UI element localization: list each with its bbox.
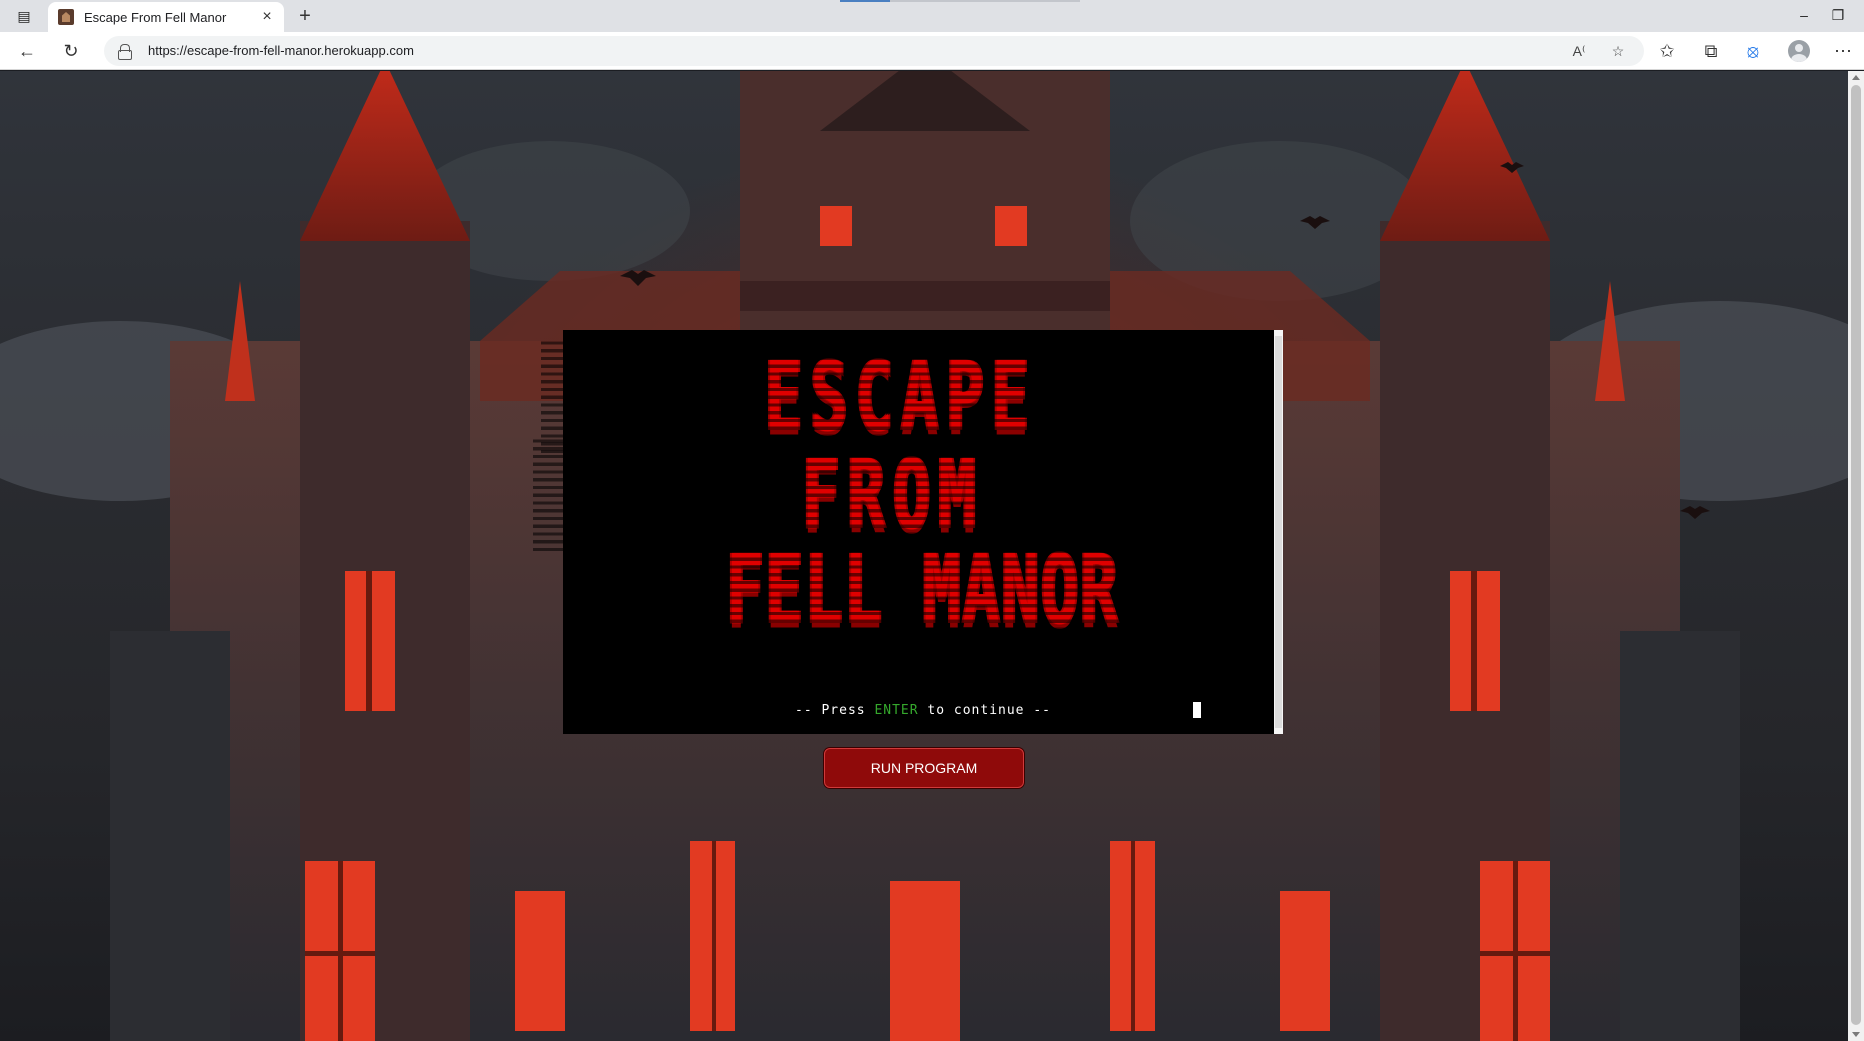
press-suffix: to continue -- bbox=[918, 703, 1051, 718]
add-favorite-icon[interactable]: ☆ bbox=[1607, 41, 1629, 61]
lock-icon[interactable] bbox=[118, 44, 132, 60]
terminal-scroll-thumb[interactable] bbox=[1275, 336, 1282, 728]
page-scroll-thumb[interactable] bbox=[1851, 85, 1861, 1025]
scroll-up-icon[interactable] bbox=[1852, 75, 1860, 80]
loading-indicator bbox=[840, 0, 1080, 2]
refresh-icon[interactable]: ↻ bbox=[58, 39, 84, 63]
page-scrollbar[interactable] bbox=[1848, 71, 1864, 1041]
new-tab-icon[interactable]: + bbox=[294, 5, 316, 27]
scroll-down-icon[interactable] bbox=[1852, 1032, 1860, 1037]
back-icon[interactable]: ← bbox=[14, 39, 40, 63]
edge-extension-icon[interactable]: ⦻ bbox=[1740, 39, 1766, 63]
minimize-icon[interactable]: – bbox=[1792, 4, 1816, 26]
browser-toolbar: ← ↻ https://escape-from-fell-manor.herok… bbox=[0, 32, 1864, 70]
tab-actions-icon[interactable]: ▤ bbox=[12, 6, 36, 26]
browser-tab-bar: ▤ Escape From Fell Manor × + – ❐ bbox=[0, 0, 1864, 32]
restore-icon[interactable]: ❐ bbox=[1826, 4, 1850, 26]
terminal-cursor bbox=[1193, 702, 1201, 718]
collections-icon[interactable]: ⧉ bbox=[1698, 39, 1724, 63]
press-enter-prompt: -- Press ENTER to continue -- bbox=[563, 703, 1283, 718]
manor-favicon-icon bbox=[58, 9, 74, 25]
ascii-title-line-3: FELL MANOR bbox=[563, 532, 1283, 647]
read-aloud-icon[interactable]: A⁽ bbox=[1568, 41, 1590, 61]
address-bar[interactable]: https://escape-from-fell-manor.herokuapp… bbox=[104, 36, 1644, 66]
url-text[interactable]: https://escape-from-fell-manor.herokuapp… bbox=[148, 43, 414, 58]
browser-tab[interactable]: Escape From Fell Manor × bbox=[48, 2, 284, 32]
tab-title: Escape From Fell Manor bbox=[84, 10, 227, 25]
terminal-scrollbar[interactable] bbox=[1274, 330, 1283, 734]
press-prefix: -- Press bbox=[795, 703, 875, 718]
ascii-title-line-1: ESCAPE bbox=[541, 339, 1261, 454]
favorites-icon[interactable]: ✩ bbox=[1654, 39, 1680, 63]
terminal-window[interactable]: ESCAPE FROM FELL MANOR -- Press ENTER to… bbox=[533, 330, 1283, 734]
run-program-button[interactable]: RUN PROGRAM bbox=[824, 748, 1024, 788]
more-menu-icon[interactable]: ⋯ bbox=[1830, 39, 1856, 63]
enter-key-label: ENTER bbox=[874, 703, 919, 718]
ascii-title-art: ESCAPE FROM FELL MANOR bbox=[533, 338, 1283, 668]
close-tab-icon[interactable]: × bbox=[258, 8, 276, 26]
profile-avatar-icon[interactable] bbox=[1788, 40, 1810, 62]
